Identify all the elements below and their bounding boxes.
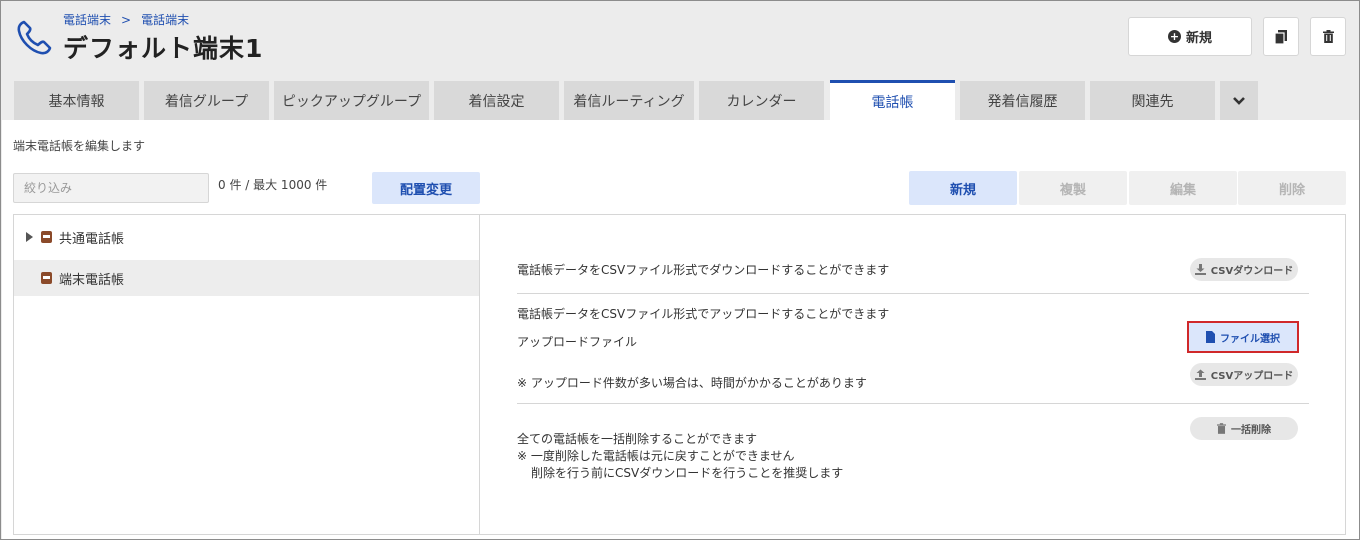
- file-select-label: ファイル選択: [1220, 333, 1280, 345]
- breadcrumb-separator: >: [121, 13, 132, 27]
- tab-basic-info[interactable]: 基本情報: [14, 81, 139, 120]
- upload-file-label: アップロードファイル: [517, 335, 638, 349]
- item-count: 0 件 / 最大 1000 件: [218, 178, 328, 192]
- tab-label: 関連先: [1131, 93, 1174, 110]
- csv-upload-button[interactable]: CSVアップロード: [1190, 363, 1298, 386]
- tab-label: 着信設定: [468, 93, 525, 110]
- book-icon: [41, 272, 52, 284]
- file-select-button[interactable]: ファイル選択: [1187, 321, 1299, 353]
- bulk-delete-label: 一括削除: [1231, 425, 1271, 436]
- copy-button[interactable]: 複製: [1019, 171, 1127, 205]
- tab-label: 着信ルーティング: [573, 93, 685, 110]
- bulk-delete-description: 全ての電話帳を一括削除することができます: [517, 432, 758, 446]
- edit-button[interactable]: 編集: [1129, 171, 1237, 205]
- trash-icon: [1217, 423, 1226, 434]
- tab-label: ピックアップグループ: [281, 93, 422, 110]
- breadcrumb-link[interactable]: 電話端末: [63, 11, 111, 28]
- content-panel: 端末電話帳を編集します 0 件 / 最大 1000 件 配置変更 新規 複製 編…: [2, 120, 1359, 539]
- tab-label: 基本情報: [48, 93, 105, 110]
- header-delete-button[interactable]: [1310, 17, 1346, 56]
- tab-incoming-group[interactable]: 着信グループ: [144, 81, 269, 120]
- book-icon: [41, 231, 52, 243]
- phonebook-container: 共通電話帳 端末電話帳 電話帳データをCSVファイル形式でダウンロードすることが…: [13, 214, 1346, 535]
- bulk-delete-note: ※ 一度削除した電話帳は元に戻すことができません: [517, 449, 795, 463]
- trash-icon: [1322, 30, 1334, 43]
- tree-item-common-phonebook[interactable]: 共通電話帳: [14, 219, 479, 255]
- file-icon: [1206, 331, 1215, 343]
- tab-phonebook[interactable]: 電話帳: [830, 80, 955, 120]
- tab-calendar[interactable]: カレンダー: [699, 81, 824, 120]
- tab-pickup-group[interactable]: ピックアップグループ: [274, 81, 429, 120]
- divider: [517, 293, 1309, 294]
- bulk-delete-note: 削除を行う前にCSVダウンロードを行うことを推奨します: [531, 466, 844, 480]
- upload-description: 電話帳データをCSVファイル形式でアップロードすることができます: [517, 307, 890, 321]
- phonebook-detail: 電話帳データをCSVファイル形式でダウンロードすることができます CSVダウンロ…: [481, 215, 1345, 534]
- tab-more-button[interactable]: [1220, 81, 1258, 120]
- copy-icon: [1275, 29, 1287, 44]
- csv-download-label: CSVダウンロード: [1210, 266, 1294, 277]
- tab-related[interactable]: 関連先: [1090, 81, 1215, 120]
- tree-item-label: 共通電話帳: [59, 231, 125, 247]
- csv-download-button[interactable]: CSVダウンロード: [1190, 258, 1298, 281]
- tab-label: 発着信履歴: [987, 93, 1058, 110]
- tab-label: 電話帳: [871, 94, 914, 111]
- tree-item-label: 端末電話帳: [59, 272, 125, 288]
- tab-incoming-settings[interactable]: 着信設定: [434, 81, 559, 120]
- tab-incoming-routing[interactable]: 着信ルーティング: [564, 81, 694, 120]
- page-title: デフォルト端末1: [63, 34, 264, 63]
- filter-input[interactable]: [13, 173, 209, 203]
- tab-call-history[interactable]: 発着信履歴: [960, 81, 1085, 120]
- expand-triangle-icon[interactable]: [26, 232, 33, 242]
- divider: [517, 403, 1309, 404]
- tab-label: カレンダー: [726, 93, 797, 110]
- bulk-delete-button[interactable]: 一括削除: [1190, 417, 1298, 440]
- chevron-down-icon: [1233, 96, 1245, 105]
- breadcrumb-link[interactable]: 電話端末: [141, 11, 189, 28]
- header-new-button[interactable]: + 新規: [1128, 17, 1252, 56]
- breadcrumb: 電話端末 > 電話端末: [63, 11, 189, 28]
- header-new-label: 新規: [1185, 31, 1212, 46]
- upload-icon: [1194, 369, 1206, 380]
- phonebook-tree: 共通電話帳 端末電話帳: [14, 215, 480, 534]
- app-window: 電話端末 > 電話端末 デフォルト端末1 + 新規 基本情報 着信グループ ピックア…: [0, 0, 1360, 540]
- header-copy-button[interactable]: [1263, 17, 1299, 56]
- upload-note: ※ アップロード件数が多い場合は、時間がかかることがあります: [517, 376, 867, 390]
- phone-icon: [17, 20, 52, 55]
- tree-item-device-phonebook[interactable]: 端末電話帳: [14, 260, 479, 296]
- plus-circle-icon: +: [1167, 30, 1181, 43]
- tab-label: 着信グループ: [164, 93, 249, 110]
- delete-button[interactable]: 削除: [1238, 171, 1346, 205]
- new-button[interactable]: 新規: [909, 171, 1017, 205]
- rearrange-button[interactable]: 配置変更: [372, 172, 480, 204]
- download-description: 電話帳データをCSVファイル形式でダウンロードすることができます: [517, 263, 890, 277]
- download-icon: [1194, 264, 1206, 275]
- csv-upload-label: CSVアップロード: [1210, 371, 1294, 382]
- page-description: 端末電話帳を編集します: [13, 139, 146, 153]
